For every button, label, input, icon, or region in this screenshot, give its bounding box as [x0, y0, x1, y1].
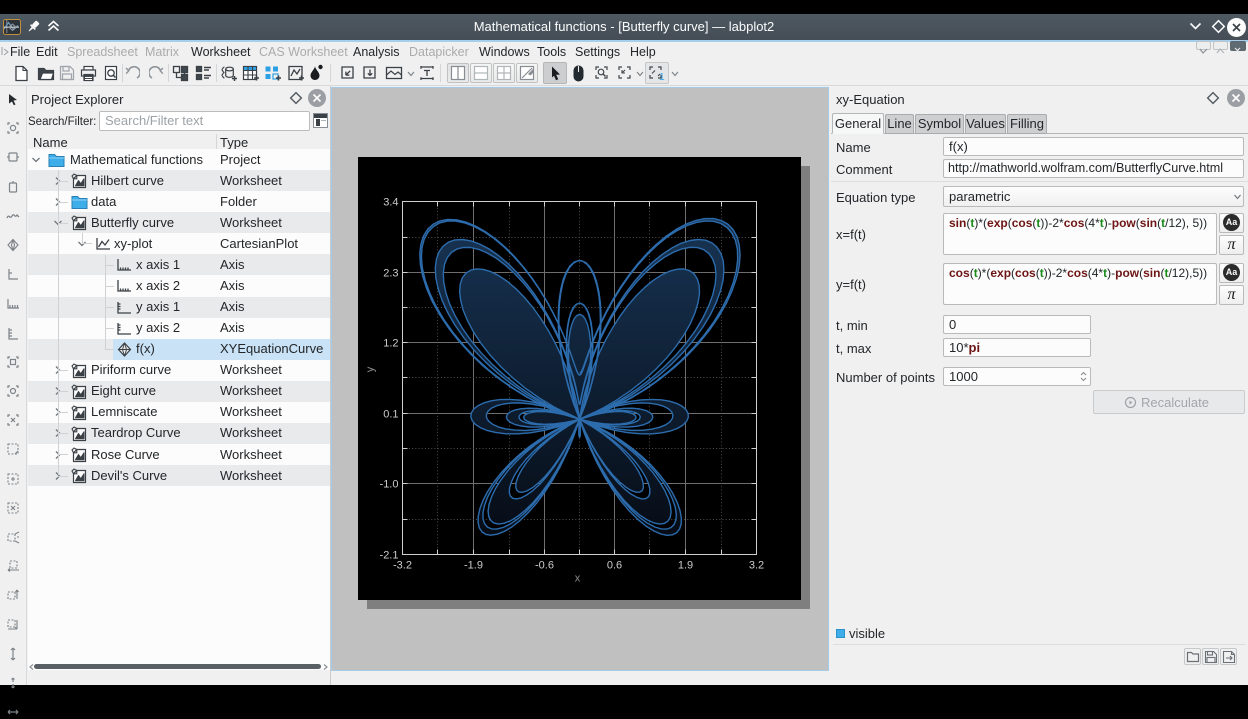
svg-text:-0.6: -0.6: [535, 560, 554, 572]
svg-text:0.1: 0.1: [383, 409, 398, 421]
svg-text:1: 1: [659, 72, 665, 82]
svg-text:0.6: 0.6: [607, 560, 622, 572]
svg-text:3.2: 3.2: [749, 560, 764, 572]
svg-text:3.4: 3.4: [383, 197, 398, 209]
svg-text:x: x: [575, 573, 581, 585]
svg-text:-2.1: -2.1: [380, 550, 399, 562]
svg-text:-1.0: -1.0: [380, 479, 399, 491]
svg-text:1.9: 1.9: [678, 560, 693, 572]
svg-text:y: y: [365, 366, 377, 372]
svg-text:-1.9: -1.9: [464, 560, 483, 572]
svg-text:1.2: 1.2: [383, 338, 398, 350]
svg-text:2.3: 2.3: [383, 268, 398, 280]
